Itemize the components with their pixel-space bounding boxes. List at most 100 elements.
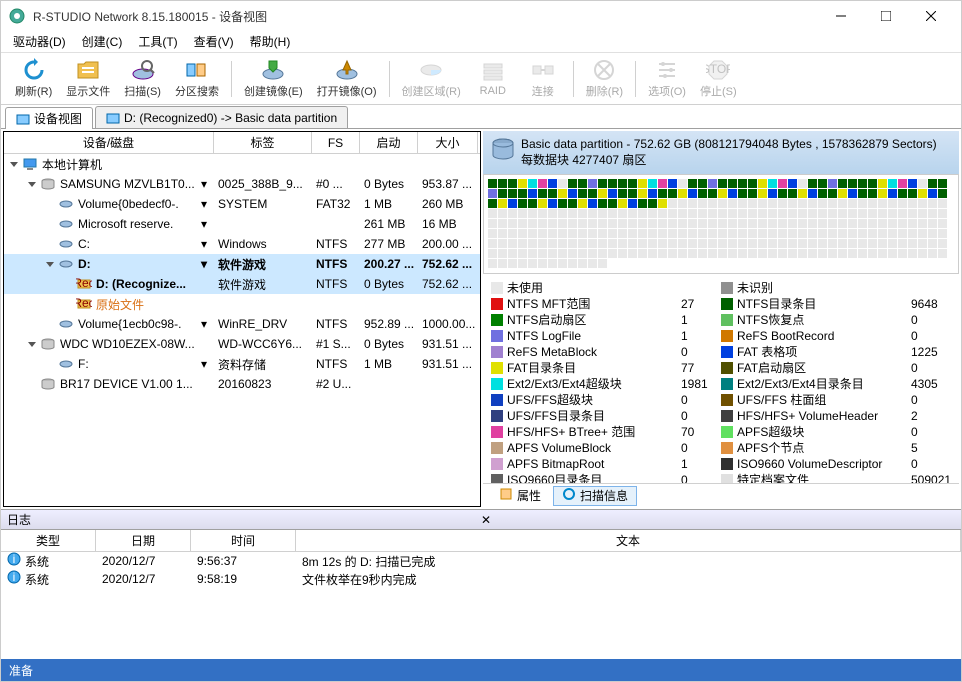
menu-item[interactable]: 工具(T): [130, 31, 185, 52]
col-device[interactable]: 设备/磁盘: [4, 132, 214, 153]
tree-row[interactable]: SAMSUNG MZVLB1T0... ▾ 0025_388B_9... #0 …: [4, 174, 480, 194]
disk-icon: [40, 376, 56, 392]
menu-item[interactable]: 帮助(H): [242, 31, 299, 52]
tree-row[interactable]: Rec D: (Recognize... 软件游戏 NTFS 0 Bytes 7…: [4, 274, 480, 294]
col-boot[interactable]: 启动: [360, 132, 418, 153]
log-row[interactable]: i系统 2020/12/7 9:58:19 文件枚举在9秒内完成: [1, 570, 961, 588]
col-fs[interactable]: FS: [312, 132, 360, 153]
document-tab[interactable]: D: (Recognized0) -> Basic data partition: [95, 106, 348, 128]
expand-toggle[interactable]: [62, 278, 74, 290]
device-label: 软件游戏: [214, 276, 312, 293]
tree-row[interactable]: C: ▾ Windows NTFS 277 MB 200.00 ...: [4, 234, 480, 254]
menu-item[interactable]: 创建(C): [74, 31, 131, 52]
expand-toggle[interactable]: [26, 378, 38, 390]
window-title: R-STUDIO Network 8.15.180015 - 设备视图: [33, 8, 818, 25]
tree-row[interactable]: 本地计算机: [4, 154, 480, 174]
tree-row[interactable]: Volume{0bedecf0-. ▾ SYSTEM FAT32 1 MB 26…: [4, 194, 480, 214]
col-label[interactable]: 标签: [214, 132, 312, 153]
col-size[interactable]: 大小: [418, 132, 478, 153]
disk-icon: [40, 336, 56, 352]
dropdown-arrow-icon[interactable]: ▾: [199, 237, 209, 251]
log-date: 2020/12/7: [96, 554, 191, 568]
tree-header: 设备/磁盘 标签 FS 启动 大小: [4, 132, 480, 154]
dropdown-arrow-icon[interactable]: ▾: [199, 317, 209, 331]
expand-toggle[interactable]: [26, 338, 38, 350]
refresh-button-icon: [22, 58, 46, 82]
tree-row[interactable]: F: ▾ 资料存储 NTFS 1 MB 931.51 ...: [4, 354, 480, 374]
device-fs: NTFS: [312, 237, 360, 251]
expand-toggle[interactable]: [62, 298, 74, 310]
log-col-date[interactable]: 日期: [96, 530, 191, 551]
dropdown-arrow-icon[interactable]: ▾: [199, 177, 209, 191]
legend-swatch: [491, 442, 503, 454]
show-files-button[interactable]: 显示文件: [60, 56, 116, 101]
log-row[interactable]: i系统 2020/12/7 9:56:37 8m 12s 的 D: 扫描已完成: [1, 552, 961, 570]
device-fs: #0 ...: [312, 177, 360, 191]
device-name: Volume{1ecb0c98-.: [78, 317, 181, 331]
legend-swatch: [721, 426, 733, 438]
log-type: i系统: [1, 570, 96, 588]
expand-toggle[interactable]: [44, 238, 56, 250]
legend-swatch: [491, 362, 503, 374]
legend-item: ReFS BootRecord 0: [721, 328, 951, 344]
menu-item[interactable]: 驱动器(D): [5, 31, 74, 52]
maximize-button[interactable]: [863, 1, 908, 31]
tree-row[interactable]: WDC WD10EZEX-08W... WD-WCC6Y6... #1 S...…: [4, 334, 480, 354]
document-tab[interactable]: 设备视图: [5, 107, 93, 129]
legend-item: FAT目录条目 77: [491, 360, 721, 376]
vol-icon: [58, 196, 74, 212]
legend-swatch: [491, 282, 503, 294]
dropdown-arrow-icon[interactable]: ▾: [199, 357, 209, 371]
options-button: 选项(O): [642, 56, 692, 101]
computer-icon: [22, 156, 38, 172]
legend-swatch: [491, 314, 503, 326]
device-fs: NTFS: [312, 277, 360, 291]
dropdown-arrow-icon[interactable]: ▾: [199, 257, 209, 271]
rec-icon: Rec: [76, 276, 92, 292]
block-map[interactable]: [483, 174, 959, 274]
partition-search-button[interactable]: 分区搜索: [169, 56, 225, 101]
create-image-button[interactable]: 创建镜像(E): [238, 56, 309, 101]
tree-row[interactable]: D: ▾ 软件游戏 NTFS 200.27 ... 752.62 ...: [4, 254, 480, 274]
expand-toggle[interactable]: [44, 198, 56, 210]
log-col-type[interactable]: 类型: [1, 530, 96, 551]
device-size: 752.62 ...: [418, 257, 478, 271]
dropdown-arrow-icon[interactable]: ▾: [199, 197, 209, 211]
log-col-time[interactable]: 时间: [191, 530, 296, 551]
legend-swatch: [721, 314, 733, 326]
info-icon: i: [7, 552, 23, 568]
device-fs: NTFS: [312, 257, 360, 271]
menu-item[interactable]: 查看(V): [186, 31, 242, 52]
expand-toggle[interactable]: [44, 258, 56, 270]
tree-body[interactable]: 本地计算机 SAMSUNG MZVLB1T0... ▾ 0025_388B_9.…: [4, 154, 480, 506]
info-tab[interactable]: 属性: [491, 486, 549, 506]
close-button[interactable]: [908, 1, 953, 31]
device-label: Windows: [214, 237, 312, 251]
expand-toggle[interactable]: [44, 358, 56, 370]
log-body[interactable]: i系统 2020/12/7 9:56:37 8m 12s 的 D: 扫描已完成 …: [1, 552, 961, 659]
minimize-button[interactable]: [818, 1, 863, 31]
create-region-button-icon: [419, 58, 443, 82]
tree-row[interactable]: Volume{1ecb0c98-. ▾ WinRE_DRV NTFS 952.8…: [4, 314, 480, 334]
scan-button[interactable]: 扫描(S): [118, 56, 167, 101]
log-close-button[interactable]: ✕: [477, 513, 955, 527]
open-image-button[interactable]: 打开镜像(O): [311, 56, 383, 101]
connect-button: 连接: [519, 56, 567, 101]
log-col-text[interactable]: 文本: [296, 530, 961, 551]
device-boot: 0 Bytes: [360, 277, 418, 291]
expand-toggle[interactable]: [44, 318, 56, 330]
legend-swatch: [491, 346, 503, 358]
info-tabs: 属性扫描信息: [483, 483, 959, 507]
info-tab[interactable]: 扫描信息: [553, 486, 637, 506]
tree-row[interactable]: Rec 原始文件: [4, 294, 480, 314]
device-size: 1000.00...: [418, 317, 478, 331]
tree-row[interactable]: Microsoft reserve. ▾ 261 MB 16 MB: [4, 214, 480, 234]
device-fs: NTFS: [312, 357, 360, 371]
expand-toggle[interactable]: [26, 178, 38, 190]
tree-row[interactable]: BR17 DEVICE V1.00 1... 20160823 #2 U...: [4, 374, 480, 394]
expand-toggle[interactable]: [44, 218, 56, 230]
refresh-button[interactable]: 刷新(R): [9, 56, 58, 101]
legend-item: APFS个节点 5: [721, 440, 951, 456]
expand-toggle[interactable]: [8, 158, 20, 170]
dropdown-arrow-icon[interactable]: ▾: [199, 217, 209, 231]
